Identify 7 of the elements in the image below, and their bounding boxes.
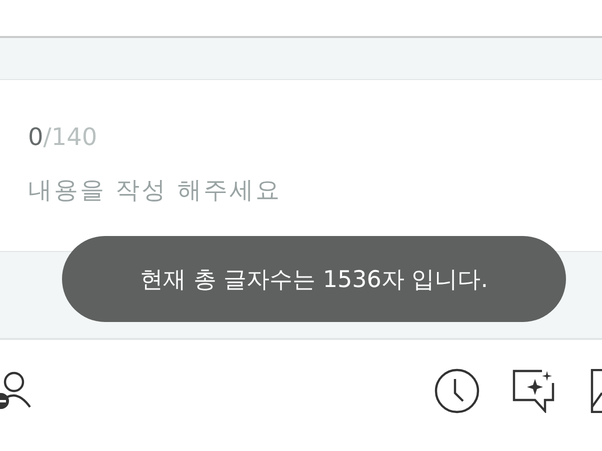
remove-person-icon[interactable]	[0, 371, 32, 411]
toast-message: 현재 총 글자수는 1536자 입니다.	[62, 236, 566, 322]
image-icon[interactable]	[590, 369, 602, 413]
content-input-field[interactable]: 내용을 작성 해주세요	[28, 176, 448, 204]
character-counter: 0/140	[28, 122, 98, 152]
clock-icon[interactable]	[434, 368, 480, 414]
sparkle-chat-icon[interactable]	[512, 369, 556, 413]
